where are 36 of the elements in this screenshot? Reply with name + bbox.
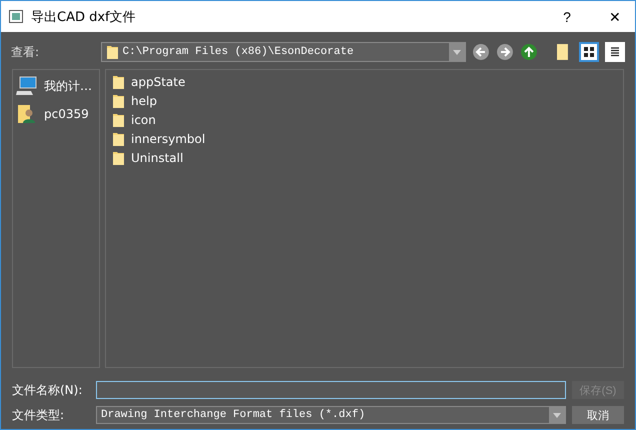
user-folder-icon — [16, 104, 38, 124]
back-icon[interactable] — [472, 43, 490, 61]
help-button[interactable]: ? — [547, 1, 587, 32]
app-icon — [9, 10, 23, 23]
folder-icon — [112, 92, 125, 108]
up-icon[interactable] — [520, 43, 538, 61]
forward-icon[interactable] — [496, 43, 514, 61]
grid-icon — [582, 46, 595, 58]
folder-icon — [106, 44, 119, 60]
filename-label: 文件名称(N): — [12, 382, 84, 398]
folder-item[interactable]: appState — [112, 72, 617, 91]
cancel-button[interactable]: 取消 — [572, 406, 624, 424]
caret-icon — [453, 50, 462, 54]
folder-item[interactable]: help — [112, 91, 617, 110]
caret-icon — [553, 412, 561, 418]
folder-icon — [112, 112, 125, 128]
folder-item[interactable]: icon — [112, 110, 617, 129]
filename-field[interactable] — [96, 381, 566, 399]
folder-item[interactable]: Uninstall — [112, 148, 617, 167]
look-in-label: 查看: — [11, 44, 40, 60]
computer-icon — [16, 76, 38, 96]
path-dropdown[interactable]: C:\Program Files (x86)\EsonDecorate — [100, 42, 466, 62]
filetype-dropdown[interactable]: Drawing Interchange Format files (*.dxf) — [96, 406, 566, 424]
icon-view-button[interactable] — [578, 42, 599, 62]
list-icon — [608, 46, 621, 58]
folder-icon — [112, 130, 125, 146]
sidebar-item[interactable]: 我的计… — [16, 74, 96, 98]
new-folder-icon[interactable] — [556, 43, 569, 61]
folder-icon — [112, 150, 125, 166]
list-view-button[interactable] — [604, 42, 625, 62]
sidebar-item[interactable]: pc0359 — [16, 102, 96, 126]
close-button[interactable]: ✕ — [595, 1, 635, 32]
window-title: 导出CAD dxf文件 — [31, 8, 137, 26]
folder-item[interactable]: innersymbol — [112, 129, 617, 148]
filetype-label: 文件类型: — [12, 406, 66, 424]
folder-icon — [112, 74, 125, 90]
